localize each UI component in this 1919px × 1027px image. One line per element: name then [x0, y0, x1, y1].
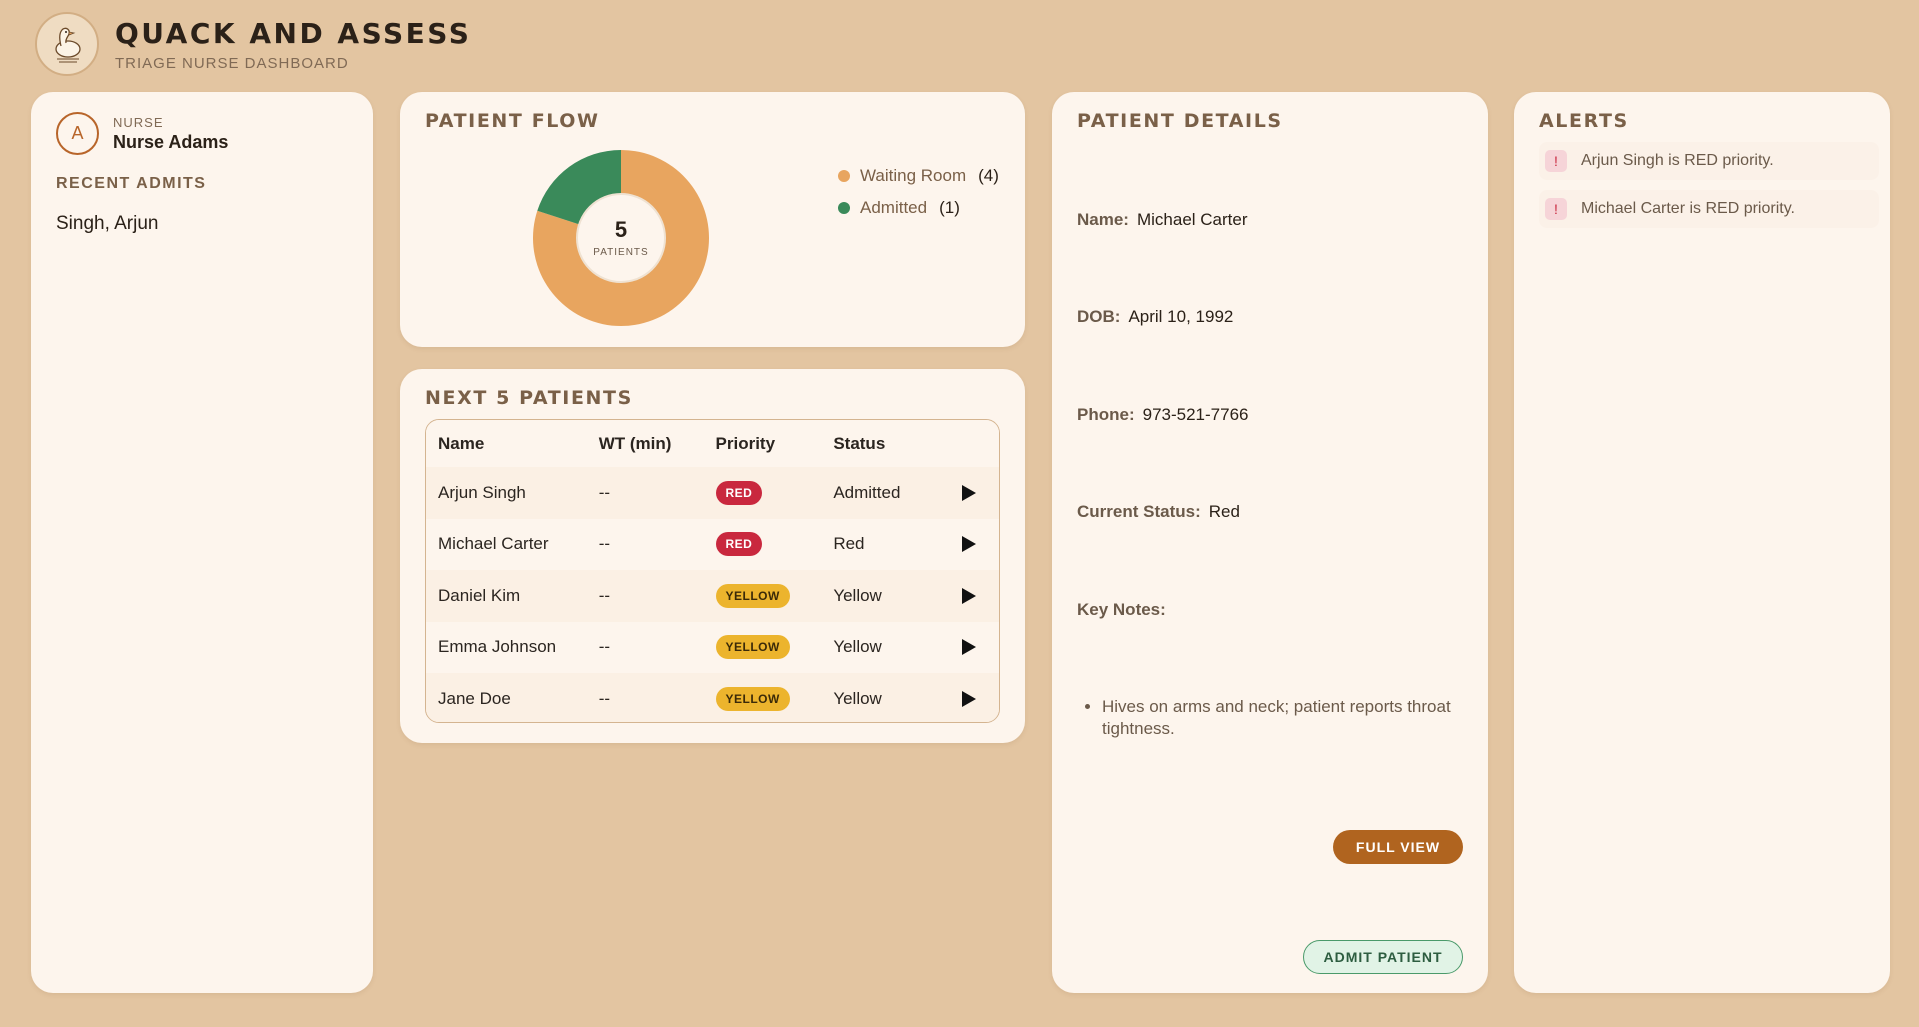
patient-wait-time: --	[598, 585, 611, 605]
patient-wait-time: --	[598, 482, 611, 502]
legend-count: (1)	[939, 198, 960, 217]
priority-badge: RED	[715, 532, 763, 557]
detail-notes-heading: Key Notes:	[1077, 600, 1174, 620]
detail-value: April 10, 1992	[1128, 307, 1234, 326]
patient-name: Arjun Singh	[438, 482, 526, 502]
key-note-item: Hives on arms and neck; patient reports …	[1102, 696, 1472, 740]
detail-value: Michael Carter	[1136, 210, 1248, 229]
column-header-name: Name	[438, 433, 485, 453]
priority-badge: RED	[715, 480, 763, 505]
column-header-status: Status	[833, 433, 886, 453]
alert-icon: !	[1545, 150, 1567, 172]
play-icon[interactable]	[962, 587, 977, 604]
patient-wait-time: --	[598, 534, 611, 554]
alert-item[interactable]: ! Michael Carter is RED priority.	[1539, 190, 1879, 228]
detail-phone: Phone: 973-521-7766	[1077, 405, 1248, 425]
play-icon[interactable]	[962, 536, 977, 553]
patient-name: Emma Johnson	[438, 637, 557, 657]
detail-label: Key Notes:	[1077, 600, 1166, 619]
donut-total: 5	[614, 216, 628, 242]
play-icon[interactable]	[962, 484, 977, 501]
legend-label: Admitted	[860, 198, 928, 217]
alert-text: Michael Carter is RED priority.	[1581, 200, 1795, 217]
column-header-priority: Priority	[715, 433, 776, 453]
recent-admit-item[interactable]: Singh, Arjun	[56, 213, 348, 235]
play-icon[interactable]	[962, 690, 977, 707]
detail-label: Phone:	[1077, 405, 1135, 424]
detail-label: Name:	[1077, 210, 1129, 229]
alert-icon: !	[1545, 198, 1567, 220]
detail-value: 973-521-7766	[1142, 405, 1249, 424]
app-title: QUACK AND ASSESS	[115, 16, 472, 50]
detail-label: DOB:	[1077, 307, 1121, 326]
column-header-wait-time: WT (min)	[598, 433, 672, 453]
avatar[interactable]: A	[56, 112, 99, 155]
patient-wait-time: --	[598, 637, 611, 657]
next-patients-title: NEXT 5 PATIENTS	[425, 387, 633, 409]
detail-status: Current Status: Red	[1077, 502, 1240, 522]
alert-item[interactable]: ! Arjun Singh is RED priority.	[1539, 142, 1879, 180]
recent-admits-heading: RECENT ADMITS	[56, 175, 207, 192]
patient-details-panel: PATIENT DETAILS Name: Michael Carter DOB:…	[1052, 92, 1488, 993]
priority-badge: YELLOW	[715, 686, 790, 711]
table-row[interactable]: Arjun Singh -- RED Admitted	[426, 467, 999, 519]
legend-item-waiting: Waiting Room (4)	[838, 160, 999, 192]
play-icon[interactable]	[962, 639, 977, 656]
patient-name: Jane Doe	[438, 688, 511, 708]
table-row[interactable]: Michael Carter -- RED Red	[426, 519, 999, 571]
patient-status: Yellow	[833, 585, 882, 605]
nurse-panel: A NURSE Nurse Adams RECENT ADMITS Singh,…	[31, 92, 373, 993]
detail-name: Name: Michael Carter	[1077, 210, 1248, 230]
patient-name: Daniel Kim	[438, 585, 521, 605]
alert-text: Arjun Singh is RED priority.	[1581, 152, 1774, 169]
table-row[interactable]: Emma Johnson -- YELLOW Yellow	[426, 622, 999, 674]
app-header: QUACK AND ASSESS TRIAGE NURSE DASHBOARD	[35, 12, 471, 76]
patient-flow-panel: PATIENT FLOW 5 PATIENTS Waiting Room (4)…	[400, 92, 1025, 347]
patient-flow-donut-chart: 5 PATIENTS	[533, 150, 709, 326]
legend-dot-waiting	[838, 170, 850, 182]
patient-wait-time: --	[598, 688, 611, 708]
legend-label: Waiting Room	[860, 166, 967, 185]
nurse-name: Nurse Adams	[113, 131, 229, 152]
nurse-role: NURSE	[113, 114, 164, 130]
alerts-title: ALERTS	[1539, 110, 1629, 132]
legend-count: (4)	[978, 166, 999, 185]
patient-status: Yellow	[833, 637, 882, 657]
table-row[interactable]: Daniel Kim -- YELLOW Yellow	[426, 570, 999, 622]
table-row[interactable]: Jane Doe -- YELLOW Yellow	[426, 673, 999, 722]
priority-badge: YELLOW	[715, 583, 790, 608]
legend-item-admitted: Admitted (1)	[838, 192, 999, 224]
key-notes-list: Hives on arms and neck; patient reports …	[1077, 696, 1472, 740]
detail-dob: DOB: April 10, 1992	[1077, 307, 1233, 327]
patient-status: Yellow	[833, 688, 882, 708]
app-subtitle: TRIAGE NURSE DASHBOARD	[115, 54, 349, 72]
admit-patient-button[interactable]: ADMIT PATIENT	[1303, 940, 1463, 974]
next-patients-panel: NEXT 5 PATIENTS Name WT (min) Priority S…	[400, 369, 1025, 743]
table-header-row: Name WT (min) Priority Status	[426, 420, 999, 467]
alerts-panel: ALERTS ! Arjun Singh is RED priority. ! …	[1514, 92, 1890, 993]
priority-badge: YELLOW	[715, 635, 790, 660]
detail-label: Current Status:	[1077, 502, 1201, 521]
chart-legend: Waiting Room (4) Admitted (1)	[838, 160, 999, 224]
patient-status: Red	[833, 534, 865, 554]
duck-logo-icon	[35, 12, 99, 76]
patient-details-title: PATIENT DETAILS	[1077, 110, 1283, 132]
patients-table: Name WT (min) Priority Status Arjun Sing…	[425, 419, 1000, 723]
patient-flow-title: PATIENT FLOW	[425, 110, 600, 132]
patient-name: Michael Carter	[438, 534, 549, 554]
detail-value: Red	[1208, 502, 1240, 521]
legend-dot-admitted	[838, 202, 850, 214]
full-view-button[interactable]: FULL VIEW	[1333, 830, 1463, 864]
donut-unit: PATIENTS	[593, 246, 649, 258]
patient-status: Admitted	[833, 482, 901, 502]
